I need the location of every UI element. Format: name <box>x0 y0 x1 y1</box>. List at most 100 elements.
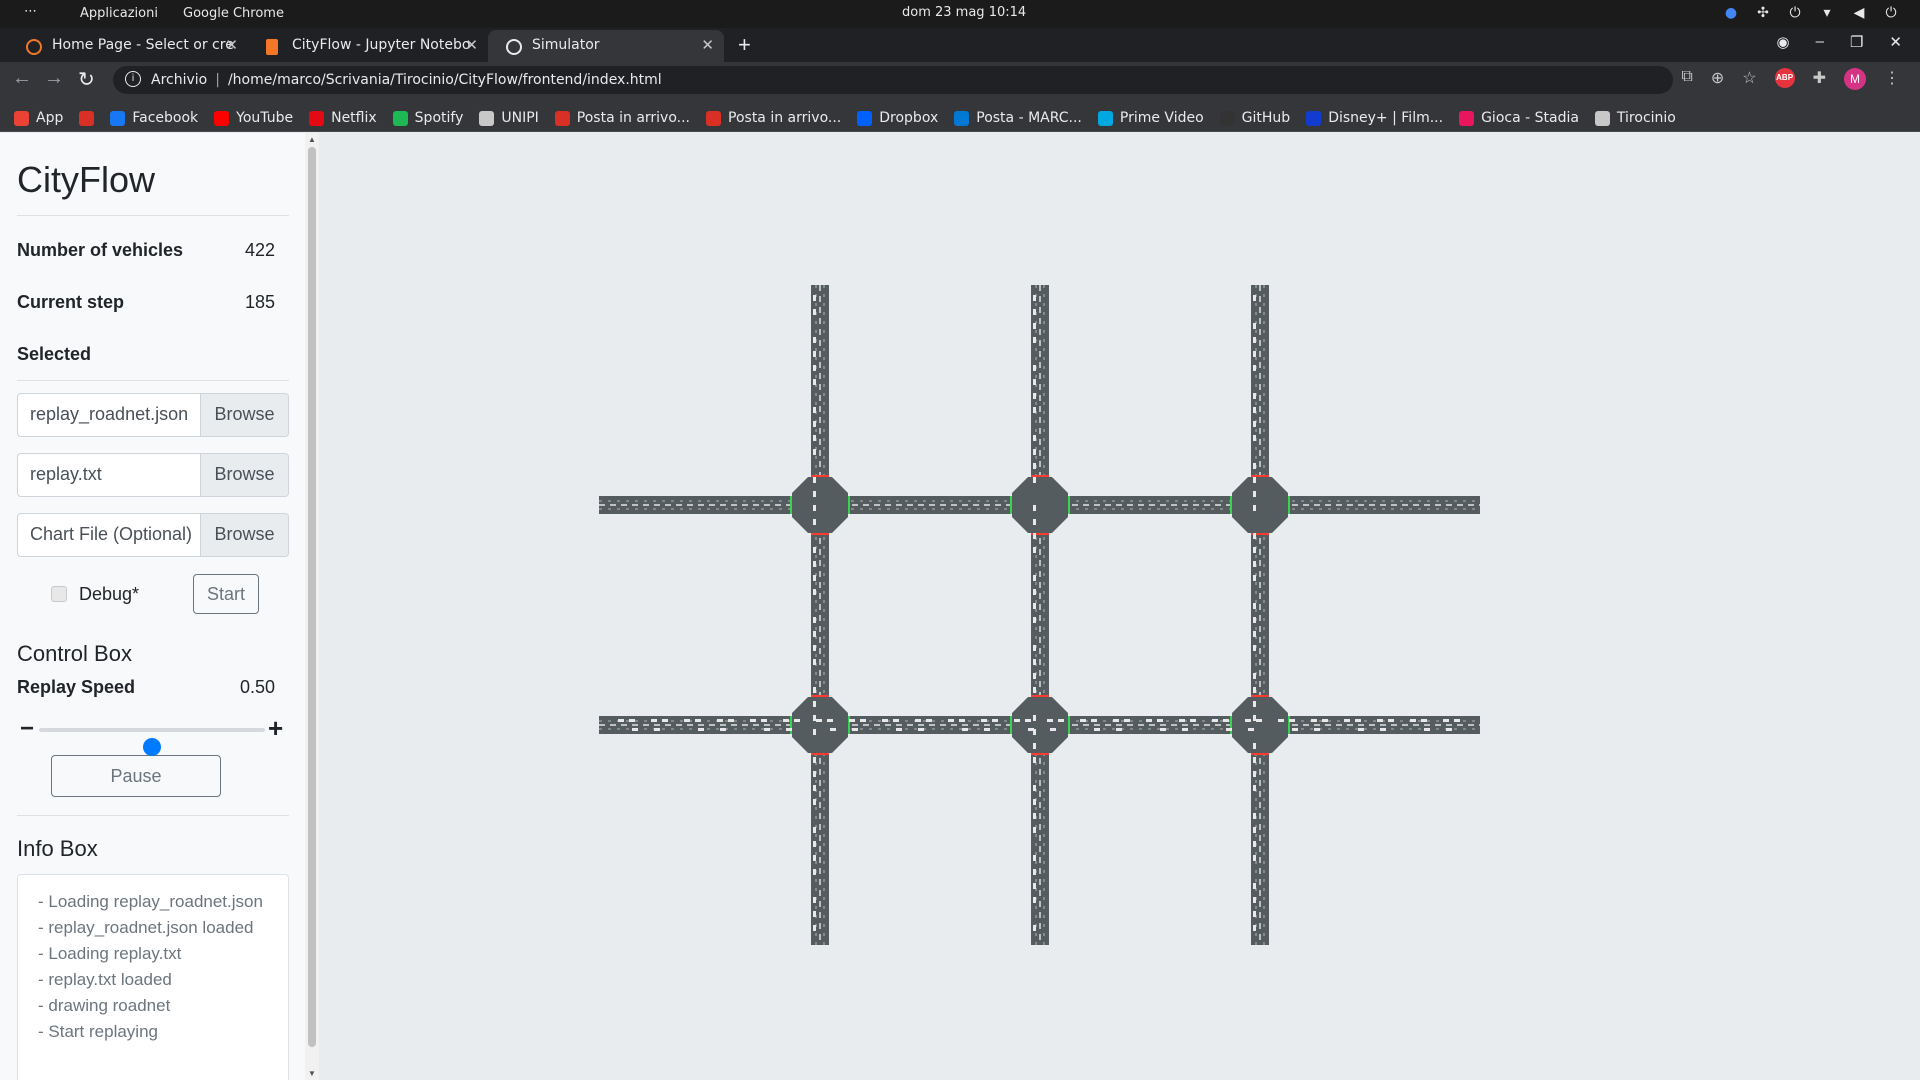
vehicle <box>896 728 902 731</box>
vehicle <box>816 719 822 722</box>
vehicle <box>632 728 638 731</box>
vehicle <box>1014 719 1020 722</box>
info-icon[interactable]: i <box>125 71 141 87</box>
minimize-button[interactable]: – <box>1816 33 1824 51</box>
activities-button[interactable]: ⋯ <box>24 4 38 19</box>
scrollbar-thumb[interactable] <box>308 147 316 1047</box>
tab-home-page[interactable]: Home Page - Select or cre ✕ <box>8 30 248 62</box>
traffic-signal <box>811 695 829 697</box>
reload-button[interactable]: ↻ <box>78 67 95 92</box>
restore-button[interactable]: ❐ <box>1850 33 1863 51</box>
vehicle <box>1253 701 1256 707</box>
chart-browse-button[interactable]: Browse <box>200 514 288 556</box>
traffic-signal <box>1251 475 1269 477</box>
vehicle <box>1033 715 1036 721</box>
close-tab-icon[interactable]: ✕ <box>225 36 238 54</box>
vehicle <box>1033 309 1036 315</box>
vehicle <box>813 785 816 791</box>
close-window-button[interactable]: ✕ <box>1889 33 1902 51</box>
bookmark-star-icon[interactable]: ☆ <box>1742 68 1756 90</box>
translate-icon[interactable]: ⧉ <box>1681 68 1692 90</box>
vehicle <box>1182 728 1188 731</box>
pause-button[interactable]: Pause <box>51 755 221 797</box>
tab-cityflow-notebook[interactable]: CityFlow - Jupyter Notebo ✕ <box>248 30 488 62</box>
adblock-icon[interactable]: ABP <box>1774 68 1795 88</box>
roadnet-browse-button[interactable]: Browse <box>200 394 288 436</box>
back-button[interactable]: ← <box>12 67 32 90</box>
bookmark-tirocinio[interactable]: Tirocinio <box>1594 105 1676 131</box>
bookmark-dropbox[interactable]: Dropbox <box>857 105 938 131</box>
increase-speed-button[interactable]: + <box>268 713 283 744</box>
speed-slider[interactable] <box>39 728 265 756</box>
menu-icon[interactable]: ⋮ <box>1884 68 1900 90</box>
bookmark-facebook[interactable]: Facebook <box>110 105 198 131</box>
volume-icon[interactable]: ◀ <box>1850 4 1868 22</box>
vehicle <box>1033 883 1036 889</box>
dropbox-tray-icon[interactable]: ✣ <box>1754 4 1772 22</box>
bookmark-posta-in-arrivo[interactable]: Posta in arrivo... <box>706 105 841 131</box>
active-app-name[interactable]: Google Chrome <box>183 6 284 21</box>
vehicle <box>651 719 657 722</box>
vehicle <box>1033 477 1036 483</box>
bookmark-netflix[interactable]: Netflix <box>309 105 377 131</box>
extensions-icon[interactable]: ✚ <box>1813 68 1826 90</box>
debug-checkbox[interactable] <box>51 586 67 602</box>
vehicle <box>1253 897 1256 903</box>
roadnet-canvas[interactable] <box>319 133 1920 1080</box>
close-tab-icon[interactable]: ✕ <box>465 36 478 54</box>
vehicle <box>813 617 816 623</box>
power-status-icon[interactable]: ⏻ <box>1786 4 1804 22</box>
vehicle <box>813 659 816 665</box>
traffic-signal <box>811 533 829 535</box>
start-button[interactable]: Start <box>193 574 260 614</box>
tab-simulator[interactable]: Simulator ✕ <box>488 30 724 62</box>
replay-file-input[interactable]: replay.txt Browse <box>17 453 289 497</box>
chart-file-name[interactable]: Chart File (Optional) <box>18 514 200 556</box>
traffic-signal <box>1230 716 1232 734</box>
vehicle <box>1033 449 1036 455</box>
bookmark-posta-in-arrivo[interactable]: Posta in arrivo... <box>554 105 690 131</box>
vehicle <box>1421 719 1427 722</box>
clock[interactable]: dom 23 mag 10:14 <box>902 5 1026 20</box>
bookmark-unipi[interactable]: UNIPI <box>479 105 539 131</box>
close-tab-icon[interactable]: ✕ <box>701 36 714 54</box>
bookmark-prime-video[interactable]: Prime Video <box>1097 105 1204 131</box>
roadnet-file-input[interactable]: replay_roadnet.json Browse <box>17 393 289 437</box>
profile-avatar[interactable]: M <box>1844 68 1866 90</box>
vehicle <box>684 719 690 722</box>
applications-menu[interactable]: Applicazioni <box>80 6 158 21</box>
replay-file-name[interactable]: replay.txt <box>18 454 200 496</box>
bookmark-spotify[interactable]: Spotify <box>392 105 463 131</box>
new-tab-button[interactable]: + <box>738 32 751 58</box>
omnibox[interactable]: i Archivio | /home/marco/Scrivania/Tirocin… <box>113 66 1673 94</box>
forward-button[interactable]: → <box>44 67 64 90</box>
bookmark-disney-film[interactable]: Disney+ | Film... <box>1306 105 1443 131</box>
replay-browse-button[interactable]: Browse <box>200 454 288 496</box>
bookmark-youtube[interactable]: YouTube <box>214 105 293 131</box>
sidebar-scrollbar[interactable]: ▲ ▼ <box>305 133 319 1080</box>
wifi-icon[interactable]: ▾ <box>1818 4 1836 22</box>
bookmark-app[interactable]: App <box>14 105 63 131</box>
vehicle <box>1146 719 1152 722</box>
bookmark-gioca-stadia[interactable]: Gioca - Stadia <box>1459 105 1579 131</box>
bookmark-gmail[interactable] <box>79 105 95 131</box>
chart-file-input[interactable]: Chart File (Optional) Browse <box>17 513 289 557</box>
vehicle <box>813 715 816 721</box>
jupyter-icon <box>26 39 42 55</box>
vehicle <box>1292 728 1298 731</box>
bookmark-posta-marc[interactable]: Posta - MARC... <box>954 105 1082 131</box>
globe-icon <box>506 39 522 55</box>
roadnet-file-name[interactable]: replay_roadnet.json <box>18 394 200 436</box>
speed-slider-thumb[interactable] <box>143 738 161 756</box>
bookmark-github[interactable]: GitHub <box>1219 105 1290 131</box>
vehicle <box>830 728 836 731</box>
decrease-speed-button[interactable]: − <box>20 715 34 743</box>
vehicle <box>813 729 816 735</box>
tab-search-icon[interactable]: ◉ <box>1777 33 1790 51</box>
speed-slider-row: − + <box>17 711 289 756</box>
chrome-remote-icon[interactable]: ● <box>1722 4 1740 22</box>
scroll-up-arrow[interactable]: ▲ <box>308 135 316 144</box>
power-icon[interactable]: ⏻ <box>1882 4 1900 22</box>
zoom-icon[interactable]: ⊕ <box>1711 68 1724 90</box>
scroll-down-arrow[interactable]: ▼ <box>308 1069 316 1078</box>
